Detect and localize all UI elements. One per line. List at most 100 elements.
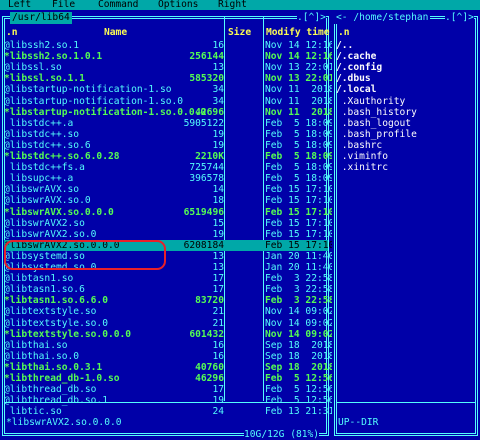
file-name: *libthai.so.0.3.1 [4, 361, 103, 373]
file-row[interactable]: @libthai.so 16 Sep 18 2018 [4, 339, 334, 351]
file-row[interactable]: *libswrAVX.so.0.0.0 6519496 Feb 15 17:10 [4, 206, 334, 218]
file-modify-time: Nov 14 09:02 [265, 317, 335, 329]
file-size: 13 [212, 62, 224, 74]
file-name: .xinitrc [336, 162, 388, 174]
name-column-header[interactable]: Name [104, 27, 127, 39]
file-row[interactable]: .Xauthority [336, 96, 476, 107]
file-row[interactable]: @libthread_db.so 17 Feb 5 12:56 [4, 384, 334, 396]
file-row[interactable]: libtic.so 24 Feb 13 21:31 [4, 406, 335, 418]
file-name: *libtextstyle.so.0.0.0 [4, 328, 132, 340]
file-row[interactable]: .viminfo [336, 151, 476, 162]
file-row[interactable]: @libtextstyle.so.0 21 Nov 14 09:02 [4, 318, 334, 329]
menu-bar: Left File Command Options Right [0, 0, 480, 10]
file-row[interactable]: libstdc++fs.a 725744 Feb 5 18:09 [4, 162, 335, 173]
file-row[interactable]: @libswrAVX.so 14 Feb 15 17:10 [4, 184, 334, 195]
file-size: 2210K [195, 151, 224, 162]
file-modify-time: Feb 5 18:09 [265, 162, 335, 174]
size-column-header[interactable]: Size [228, 27, 251, 39]
left-panel-path[interactable]: /usr/lib64 [10, 12, 72, 24]
right-panel-path[interactable]: <- /home/stephan [334, 12, 431, 24]
file-modify-time: Sep 18 2018 [265, 350, 335, 362]
file-name: @libswrAVX.so.0 [4, 195, 91, 207]
left-status-line: *libswrAVX2.so.0.0.0 [6, 417, 122, 428]
file-modify-time: Nov 11 2018 [265, 106, 335, 118]
file-size: 16 [212, 40, 224, 51]
directory-row[interactable]: /.dbus [336, 73, 476, 84]
file-name: @libthai.so [4, 339, 68, 351]
file-size: 34 [212, 84, 224, 96]
directory-row[interactable]: /.cache [336, 51, 476, 62]
panel-controls[interactable]: .[^]> [297, 12, 326, 24]
file-row[interactable]: libsupc++.a 396578 Feb 5 18:09 [4, 173, 335, 184]
file-row[interactable]: *libstartup-notification-1.so.0.0.0 42696… [4, 107, 334, 118]
file-row[interactable]: .bashrc [336, 140, 476, 151]
directory-row[interactable]: /.config [336, 62, 476, 73]
file-name: @libswrAVX2.so.0 [4, 228, 97, 240]
file-row[interactable]: *libstdc++.so.6.0.28 2210K Feb 5 18:09 [4, 151, 334, 162]
file-row[interactable]: *libtextstyle.so.0.0.0 601432 Nov 14 09:02 [4, 328, 334, 340]
sort-indicator[interactable]: .n [6, 27, 18, 39]
file-row[interactable]: *libssh2.so.1.0.1 256144 Nov 14 12:16 [4, 51, 334, 63]
file-size: 13 [212, 250, 224, 262]
file-size: 34 [212, 95, 224, 107]
directory-row[interactable]: /.local [336, 84, 476, 95]
file-name: .bash_history [336, 106, 417, 118]
status-separator [336, 402, 476, 403]
file-size: 6519496 [183, 206, 224, 218]
file-modify-time: Nov 14 09:02 [265, 328, 335, 340]
disk-usage: 10G/12G (81%) [244, 429, 320, 440]
right-panel[interactable]: <- /home/stephan .[^]> .n /../.cache/.co… [332, 10, 480, 440]
file-modify-time: Feb 5 18:09 [265, 139, 335, 151]
left-panel[interactable]: /usr/lib64 .[^]> .n Name Size Modify tim… [0, 10, 335, 440]
file-size: 5905122 [183, 117, 224, 129]
file-name: .viminfo [336, 151, 388, 162]
file-row[interactable]: @libswrAVX2.so.0 19 Feb 15 17:10 [4, 228, 334, 240]
file-modify-time: Feb 5 12:56 [265, 395, 335, 407]
modify-time-column-header[interactable]: Modify time [266, 27, 330, 39]
file-row[interactable]: *libtasn1.so.6.6.0 83720 Feb 3 22:58 [4, 295, 334, 306]
file-row[interactable]: @libtasn1.so 17 Feb 3 22:58 [4, 273, 334, 284]
file-name: /.config [336, 62, 383, 74]
file-row[interactable]: @libthai.so.0 16 Sep 18 2018 [4, 351, 334, 362]
file-modify-time: Feb 13 21:31 [265, 406, 335, 418]
file-row[interactable]: @libssl.so 13 Nov 13 22:01 [4, 62, 334, 74]
file-modify-time: Nov 11 2018 [265, 84, 335, 96]
file-row[interactable]: @libswrAVX2.so 15 Feb 15 17:10 [4, 218, 334, 229]
file-row[interactable]: .xinitrc [336, 162, 476, 173]
file-modify-time: Jan 20 11:40 [265, 250, 335, 262]
file-row[interactable]: @libswrAVX.so.0 18 Feb 15 17:10 [4, 195, 334, 207]
file-row[interactable]: libstdc++.a 5905122 Feb 5 18:09 [4, 117, 335, 129]
file-row[interactable]: .bash_profile [336, 129, 476, 140]
file-row[interactable]: .bash_logout [336, 118, 476, 129]
file-modify-time: Feb 15 17:10 [265, 228, 335, 240]
panel-controls[interactable]: .[^]> [445, 12, 474, 24]
file-size: 19 [212, 228, 224, 240]
file-name: *libssh2.so.1.0.1 [4, 51, 103, 63]
file-row[interactable]: @libthread_db.so.1 19 Feb 5 12:56 [4, 395, 334, 407]
file-modify-time: Nov 11 2018 [265, 95, 335, 107]
file-row[interactable]: .bash_history [336, 107, 476, 118]
file-size: 24 [212, 406, 224, 418]
file-row[interactable]: @libstdc++.so 19 Feb 5 18:09 [4, 129, 334, 140]
file-name: @libssh2.so.1 [4, 40, 80, 51]
file-row[interactable]: @libtasn1.so.6 17 Feb 3 22:58 [4, 284, 334, 295]
file-row[interactable]: @libstartup-notification-1.so.0 34 Nov 11 … [4, 95, 334, 107]
file-row[interactable]: *libthai.so.0.3.1 40760 Sep 18 2018 [4, 361, 334, 373]
file-row[interactable]: @libtextstyle.so 21 Nov 14 09:02 [4, 306, 334, 317]
file-size: 17 [212, 384, 224, 396]
file-name: libstdc++.a [4, 117, 74, 129]
file-name: /.local [336, 84, 377, 96]
file-size: 19 [212, 395, 224, 407]
file-row[interactable]: *libthread_db-1.0.so 46296 Feb 5 12:56 [4, 373, 334, 384]
file-modify-time: Feb 3 22:58 [265, 273, 335, 285]
directory-row[interactable]: /.. [336, 40, 476, 51]
file-row[interactable]: @libstdc++.so.6 19 Feb 5 18:09 [4, 140, 334, 151]
file-row[interactable]: @libstartup-notification-1.so 34 Nov 11 20… [4, 84, 334, 96]
file-name: *libswrAVX.so.0.0.0 [4, 206, 114, 218]
file-modify-time: Feb 3 22:58 [265, 284, 335, 296]
file-row[interactable]: @libssh2.so.1 16 Nov 14 12:16 [4, 40, 334, 51]
file-size: 585320 [189, 73, 224, 85]
file-modify-time: Feb 15 17:10 [265, 239, 335, 251]
file-row[interactable]: *libssl.so.1.1 585320 Nov 13 22:01 [4, 73, 334, 85]
sort-indicator[interactable]: .n [338, 27, 350, 39]
